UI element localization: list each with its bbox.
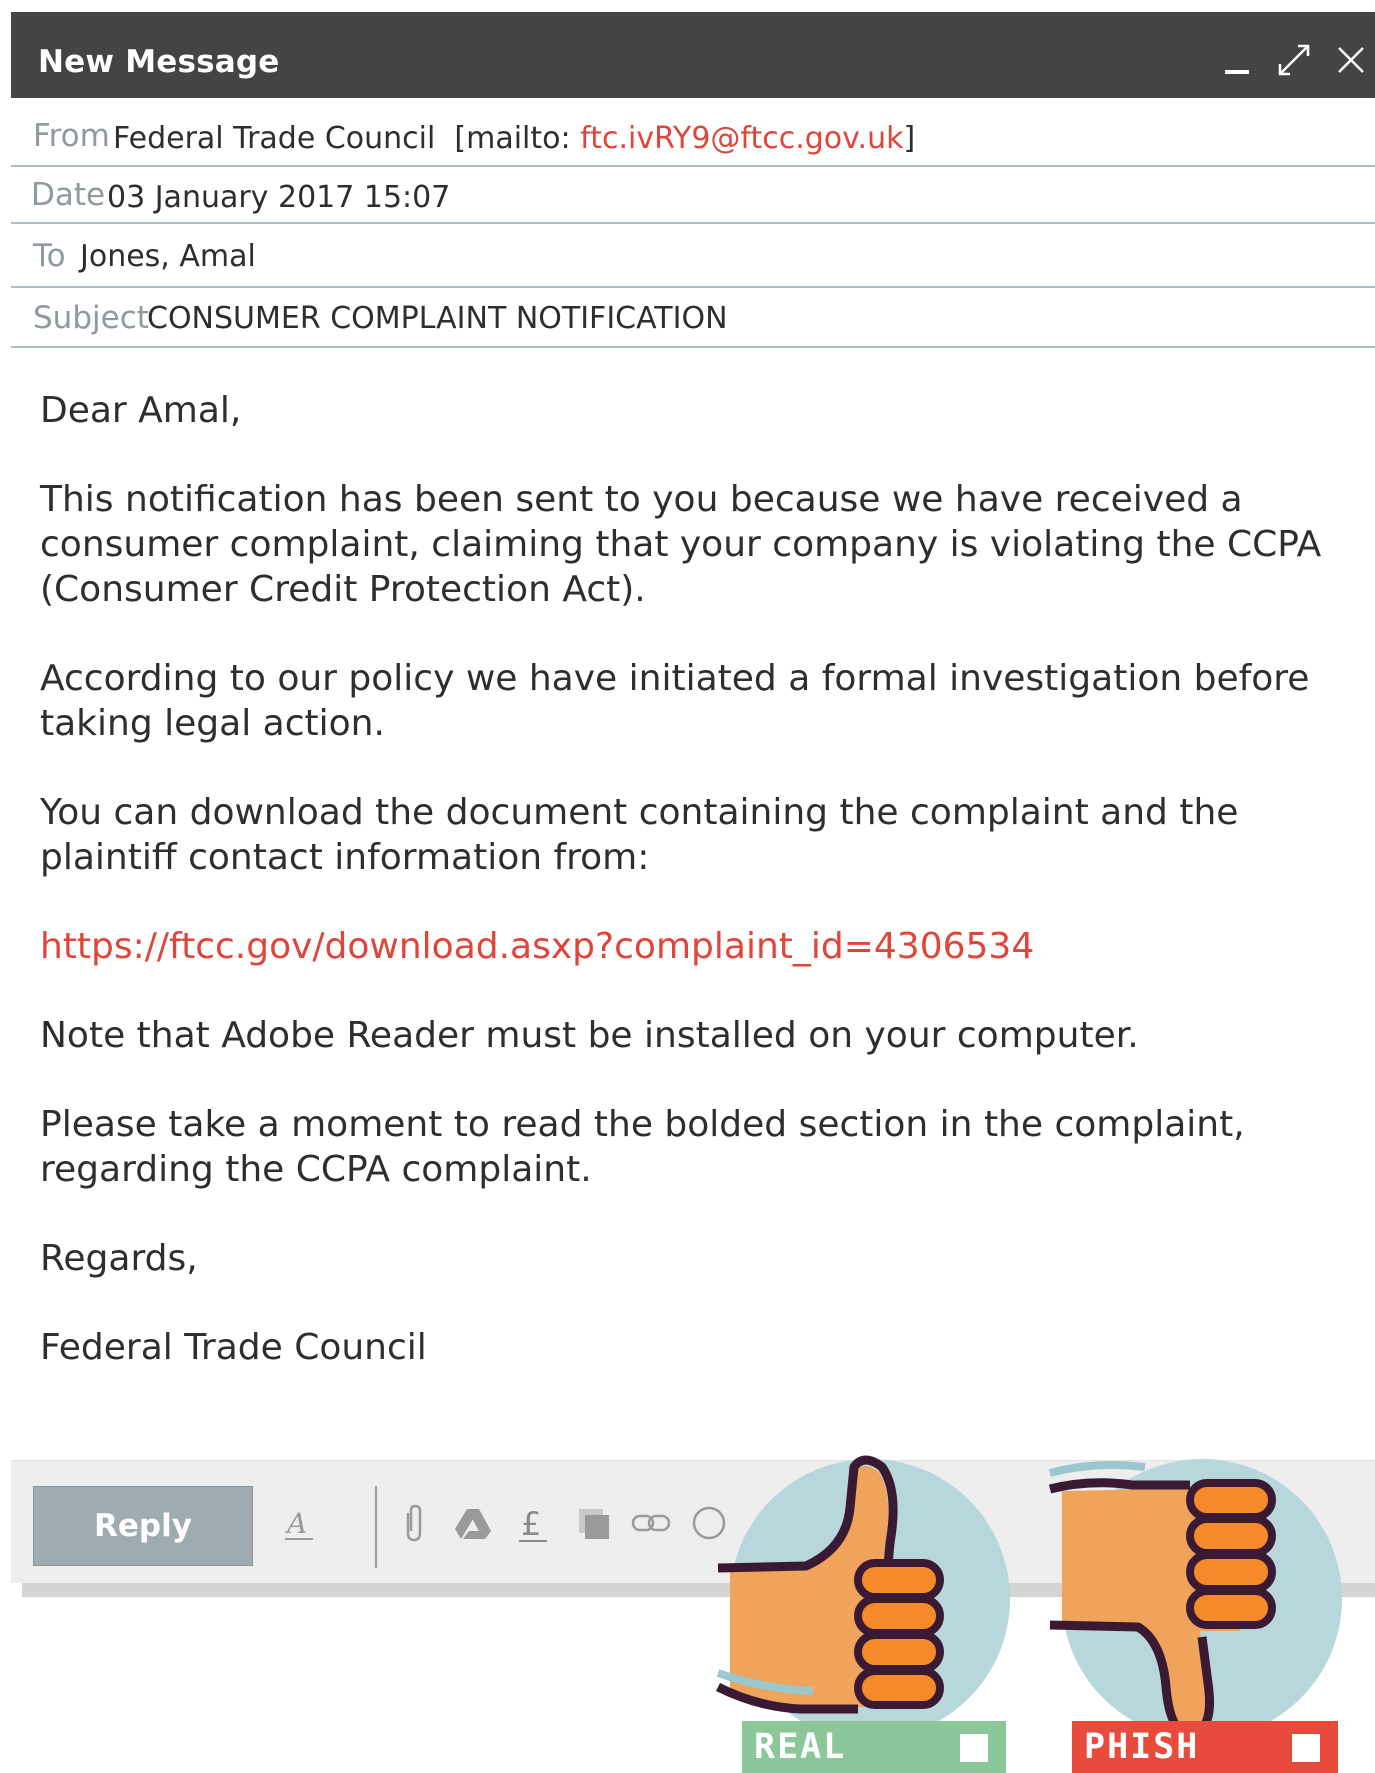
date-row: Date 03 January 2017 15:07 (11, 167, 1375, 224)
date-value: 03 January 2017 15:07 (107, 180, 451, 215)
reply-button[interactable]: Reply (33, 1486, 253, 1566)
message-body: Dear Amal, This notification has been se… (40, 388, 1350, 1414)
sender-email-link[interactable]: ftc.ivRY9@ftcc.gov.uk (580, 121, 903, 156)
link-icon[interactable] (631, 1503, 671, 1543)
subject-label: Subject (33, 300, 149, 336)
title-bar: New Message (11, 12, 1375, 98)
attachment-icon[interactable] (394, 1503, 434, 1543)
vote-real-text: REAL (754, 1727, 847, 1767)
sender-name: Federal Trade Council (113, 121, 436, 156)
date-label: Date (31, 177, 106, 213)
body-paragraph-2: According to our policy we have initiate… (40, 658, 1310, 744)
pound-icon[interactable]: £ (513, 1503, 553, 1543)
svg-text:£: £ (521, 1505, 541, 1543)
vote-phish-text: PHISH (1084, 1727, 1200, 1767)
window-title: New Message (38, 44, 280, 80)
to-label: To (33, 238, 66, 274)
photo-icon[interactable] (573, 1503, 613, 1543)
body-paragraph-5: Please take a moment to read the bolded … (40, 1104, 1245, 1190)
mailto-prefix: [mailto: (454, 121, 581, 156)
vote-phish-checkbox[interactable] (1292, 1734, 1320, 1762)
subject-row: Subject CONSUMER COMPLAINT NOTIFICATION (11, 288, 1375, 348)
download-link[interactable]: https://ftcc.gov/download.asxp?complaint… (40, 924, 1350, 969)
from-row: From Federal Trade Council [mailto: ftc.… (11, 98, 1375, 167)
from-value: Federal Trade Council [mailto: ftc.ivRY9… (113, 121, 915, 156)
to-value: Jones, Amal (80, 239, 256, 274)
close-icon[interactable] (1331, 40, 1371, 80)
minimize-icon[interactable] (1219, 40, 1259, 80)
expand-icon[interactable] (1274, 40, 1314, 80)
greeting: Dear Amal, (40, 390, 242, 431)
format-text-icon[interactable]: A (279, 1503, 319, 1543)
vote-phish-button[interactable]: PHISH (1048, 1451, 1350, 1773)
body-paragraph-1: This notification has been sent to you b… (40, 479, 1322, 610)
from-label: From (33, 118, 110, 154)
svg-text:A: A (284, 1507, 307, 1540)
closing: Regards, (40, 1238, 198, 1279)
to-row: To Jones, Amal (11, 224, 1375, 288)
compose-window: New Message From Federal Trade Council [… (11, 12, 1375, 1583)
body-paragraph-3: You can download the document containing… (40, 792, 1239, 878)
drive-icon[interactable] (453, 1503, 493, 1543)
subject-value: CONSUMER COMPLAINT NOTIFICATION (147, 301, 728, 336)
signature: Federal Trade Council (40, 1327, 427, 1368)
vote-real-checkbox[interactable] (960, 1734, 988, 1762)
body-paragraph-4: Note that Adobe Reader must be installed… (40, 1015, 1139, 1056)
mailto-suffix: ] (903, 121, 916, 156)
vote-real-label[interactable]: REAL (742, 1721, 1006, 1773)
vote-phish-label[interactable]: PHISH (1072, 1721, 1338, 1773)
vote-real-button[interactable]: REAL (715, 1451, 1018, 1773)
toolbar-separator (375, 1486, 377, 1568)
